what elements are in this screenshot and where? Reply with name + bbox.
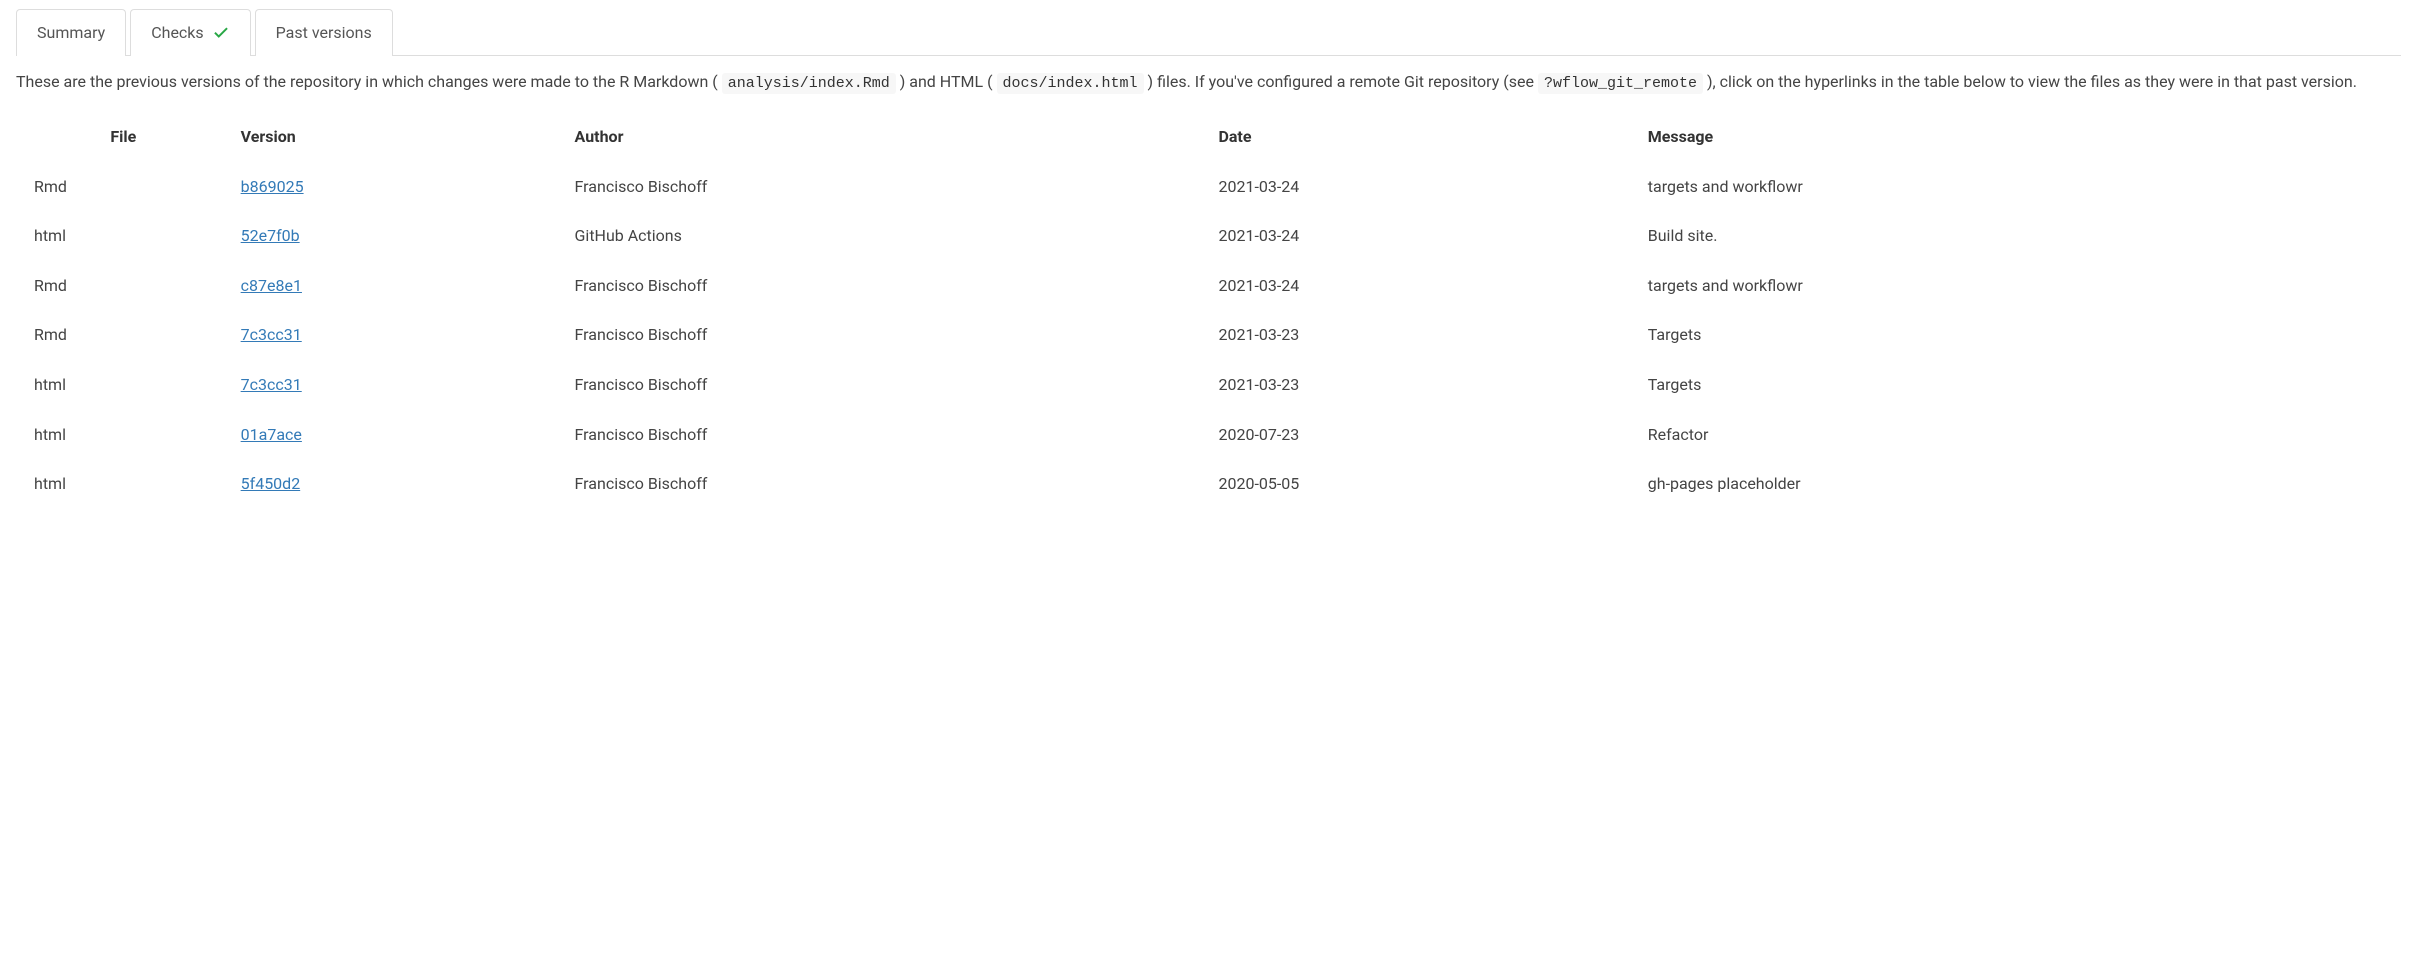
cell-version: 7c3cc31 <box>231 360 565 410</box>
cell-message: Build site. <box>1638 211 2401 261</box>
intro-part-2: ) and HTML ( <box>900 72 993 91</box>
cell-date: 2021-03-24 <box>1208 261 1637 311</box>
cell-date: 2021-03-24 <box>1208 211 1637 261</box>
cell-message: Refactor <box>1638 410 2401 460</box>
tab-checks-label: Checks <box>151 23 203 42</box>
cell-author: Francisco Bischoff <box>565 162 1209 212</box>
cell-version: 5f450d2 <box>231 459 565 509</box>
table-row: html 52e7f0b GitHub Actions2021-03-24Build… <box>16 211 2401 261</box>
intro-part-4: ), click on the hyperlinks in the table … <box>1707 72 2357 91</box>
cell-date: 2020-07-23 <box>1208 410 1637 460</box>
cell-author: Francisco Bischoff <box>565 261 1209 311</box>
cell-version: 01a7ace <box>231 410 565 460</box>
cell-author: Francisco Bischoff <box>565 459 1209 509</box>
cell-version: b869025 <box>231 162 565 212</box>
cell-file: Rmd <box>16 310 231 360</box>
col-author: Author <box>565 112 1209 162</box>
table-header-row: File Version Author Date Message <box>16 112 2401 162</box>
cell-message: targets and workflowr <box>1638 261 2401 311</box>
table-row: html 7c3cc31 Francisco Bischoff2021-03-23T… <box>16 360 2401 410</box>
code-rmd-path: analysis/index.Rmd <box>722 73 896 94</box>
tab-checks[interactable]: Checks <box>130 9 250 56</box>
col-message: Message <box>1638 112 2401 162</box>
tab-summary[interactable]: Summary <box>16 9 126 56</box>
cell-file: html <box>16 211 231 261</box>
tab-past-versions-label: Past versions <box>276 23 372 42</box>
tab-bar: Summary Checks Past versions <box>16 8 2401 56</box>
cell-message: Targets <box>1638 310 2401 360</box>
cell-date: 2021-03-23 <box>1208 360 1637 410</box>
table-row: html 01a7ace Francisco Bischoff2020-07-23R… <box>16 410 2401 460</box>
version-link[interactable]: 7c3cc31 <box>241 325 302 344</box>
version-link[interactable]: b869025 <box>241 177 304 196</box>
cell-file: Rmd <box>16 261 231 311</box>
cell-author: Francisco Bischoff <box>565 310 1209 360</box>
intro-text: These are the previous versions of the r… <box>16 68 2401 97</box>
version-link[interactable]: 52e7f0b <box>241 226 300 245</box>
col-version: Version <box>231 112 565 162</box>
col-file: File <box>16 112 231 162</box>
cell-file: Rmd <box>16 162 231 212</box>
table-row: Rmd c87e8e1 Francisco Bischoff2021-03-24ta… <box>16 261 2401 311</box>
tab-summary-label: Summary <box>37 23 105 42</box>
cell-file: html <box>16 459 231 509</box>
cell-message: Targets <box>1638 360 2401 410</box>
cell-message: gh-pages placeholder <box>1638 459 2401 509</box>
cell-date: 2020-05-05 <box>1208 459 1637 509</box>
cell-file: html <box>16 360 231 410</box>
table-row: html 5f450d2 Francisco Bischoff2020-05-05g… <box>16 459 2401 509</box>
cell-version: c87e8e1 <box>231 261 565 311</box>
version-link[interactable]: 01a7ace <box>241 425 302 444</box>
version-link[interactable]: c87e8e1 <box>241 276 302 295</box>
cell-author: Francisco Bischoff <box>565 410 1209 460</box>
cell-date: 2021-03-24 <box>1208 162 1637 212</box>
versions-table: File Version Author Date Message Rmd b869… <box>16 112 2401 509</box>
intro-part-3: ) files. If you've configured a remote G… <box>1148 72 1538 91</box>
cell-message: targets and workflowr <box>1638 162 2401 212</box>
table-row: Rmd 7c3cc31 Francisco Bischoff2021-03-23Ta… <box>16 310 2401 360</box>
col-date: Date <box>1208 112 1637 162</box>
cell-author: GitHub Actions <box>565 211 1209 261</box>
code-wflow-cmd: ?wflow_git_remote <box>1538 73 1703 94</box>
cell-file: html <box>16 410 231 460</box>
code-html-path: docs/index.html <box>997 73 1144 94</box>
version-link[interactable]: 5f450d2 <box>241 474 301 493</box>
version-link[interactable]: 7c3cc31 <box>241 375 302 394</box>
tab-past-versions[interactable]: Past versions <box>255 9 393 56</box>
cell-author: Francisco Bischoff <box>565 360 1209 410</box>
table-row: Rmd b869025 Francisco Bischoff2021-03-24ta… <box>16 162 2401 212</box>
cell-version: 7c3cc31 <box>231 310 565 360</box>
intro-part-1: These are the previous versions of the r… <box>16 72 718 91</box>
cell-date: 2021-03-23 <box>1208 310 1637 360</box>
check-icon <box>212 23 230 42</box>
cell-version: 52e7f0b <box>231 211 565 261</box>
